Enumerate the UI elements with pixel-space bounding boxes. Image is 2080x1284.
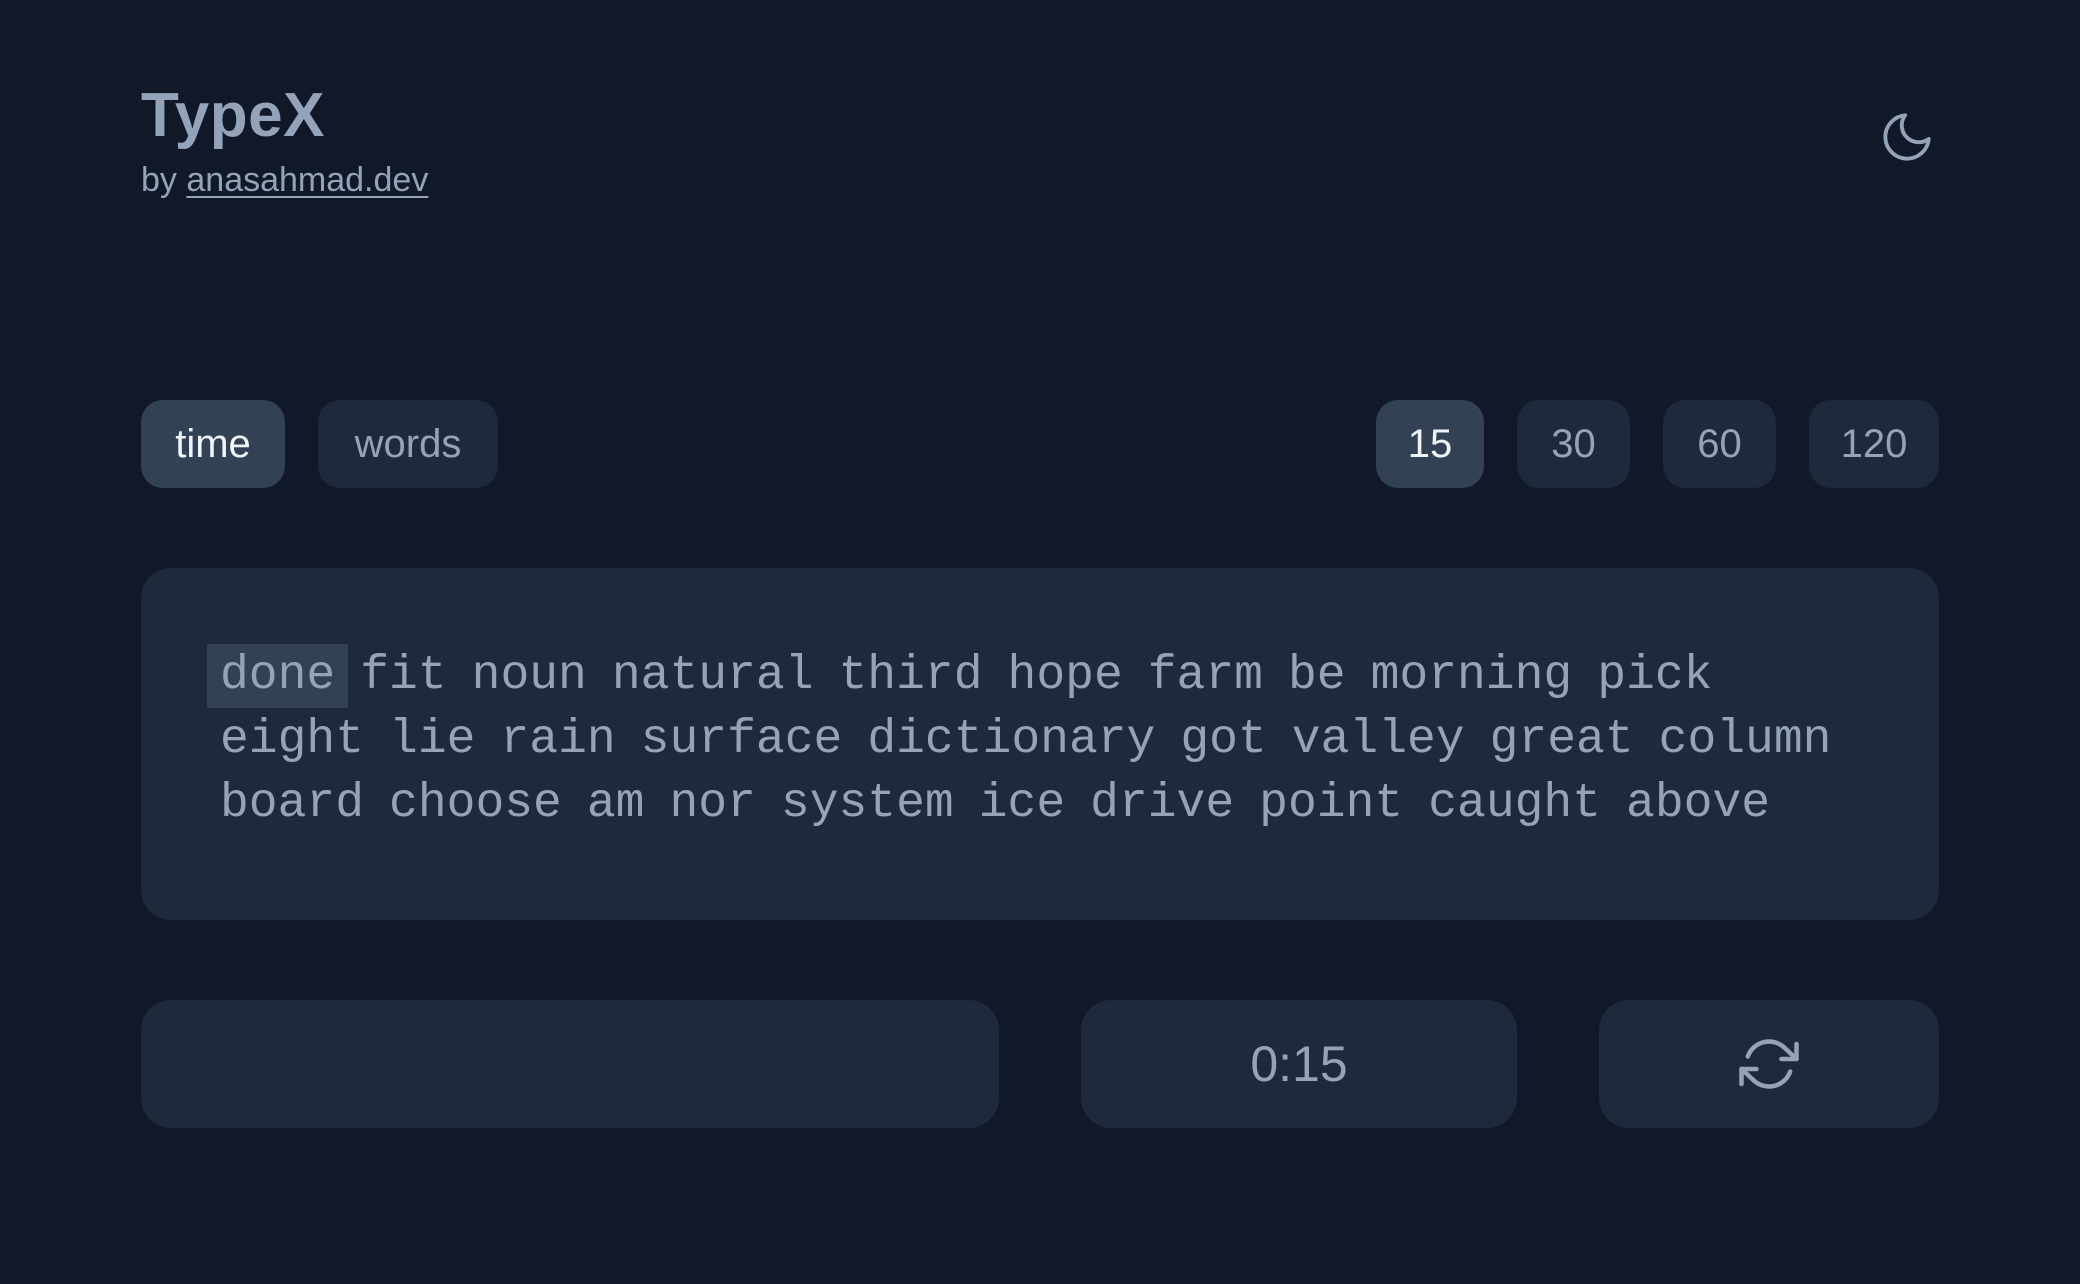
word: above — [1626, 777, 1771, 831]
word-line: done fit noun natural third hope farm be morning… — [207, 644, 1900, 708]
theme-toggle-button[interactable] — [1875, 105, 1939, 169]
mode-time-button[interactable]: time — [141, 400, 285, 488]
word: rain — [500, 713, 616, 767]
word: farm — [1147, 649, 1263, 703]
word: hope — [1007, 649, 1123, 703]
word: valley — [1291, 713, 1465, 767]
word: point — [1259, 777, 1404, 831]
word: board — [220, 777, 365, 831]
timer-value: 0:15 — [1250, 1036, 1348, 1092]
word: ice — [978, 777, 1066, 831]
mode-words-button[interactable]: words — [318, 400, 498, 488]
word: noun — [471, 649, 587, 703]
duration-30-button[interactable]: 30 — [1517, 400, 1630, 488]
author-link[interactable]: anasahmad.dev — [186, 161, 428, 199]
byline-prefix: by — [141, 161, 177, 199]
duration-120-button[interactable]: 120 — [1809, 400, 1939, 488]
word: nor — [669, 777, 756, 831]
word: column — [1658, 713, 1832, 767]
word: drive — [1090, 777, 1235, 831]
word: surface — [640, 713, 843, 767]
word: lie — [389, 713, 476, 767]
header: TypeX by anasahmad.dev — [141, 80, 1939, 210]
word: choose — [389, 777, 562, 831]
duration-15-button[interactable]: 15 — [1376, 400, 1484, 488]
word: great — [1489, 713, 1634, 767]
duration-60-button[interactable]: 60 — [1663, 400, 1776, 488]
byline: by anasahmad.dev — [141, 158, 428, 202]
word: morning — [1370, 649, 1573, 703]
word: system — [780, 777, 954, 831]
typing-text-panel[interactable]: done fit noun natural third hope farm be morning… — [141, 568, 1939, 920]
word: eight — [220, 713, 365, 767]
word: natural — [611, 649, 814, 703]
typing-input-field[interactable] — [141, 1000, 999, 1128]
word: caught — [1428, 777, 1602, 831]
word: pick — [1597, 649, 1713, 703]
moon-icon — [1883, 113, 1931, 161]
timer-display: 0:15 — [1081, 1000, 1517, 1128]
word: got — [1180, 713, 1267, 767]
current-word: done — [207, 644, 349, 708]
word: third — [838, 649, 983, 703]
app-title: TypeX — [141, 81, 325, 150]
restart-button[interactable] — [1599, 1000, 1939, 1128]
word-line: eight lie rain surface dictionary got valley gr… — [220, 708, 1900, 772]
word-line: board choose am nor system ice drive point caugh… — [220, 772, 1900, 836]
word: dictionary — [867, 713, 1156, 767]
word: am — [586, 777, 645, 831]
word-list: done fit noun natural third hope farm be morning… — [207, 644, 1900, 836]
refresh-icon — [1739, 1039, 1799, 1089]
word: fit — [360, 649, 447, 703]
word: be — [1287, 649, 1346, 703]
